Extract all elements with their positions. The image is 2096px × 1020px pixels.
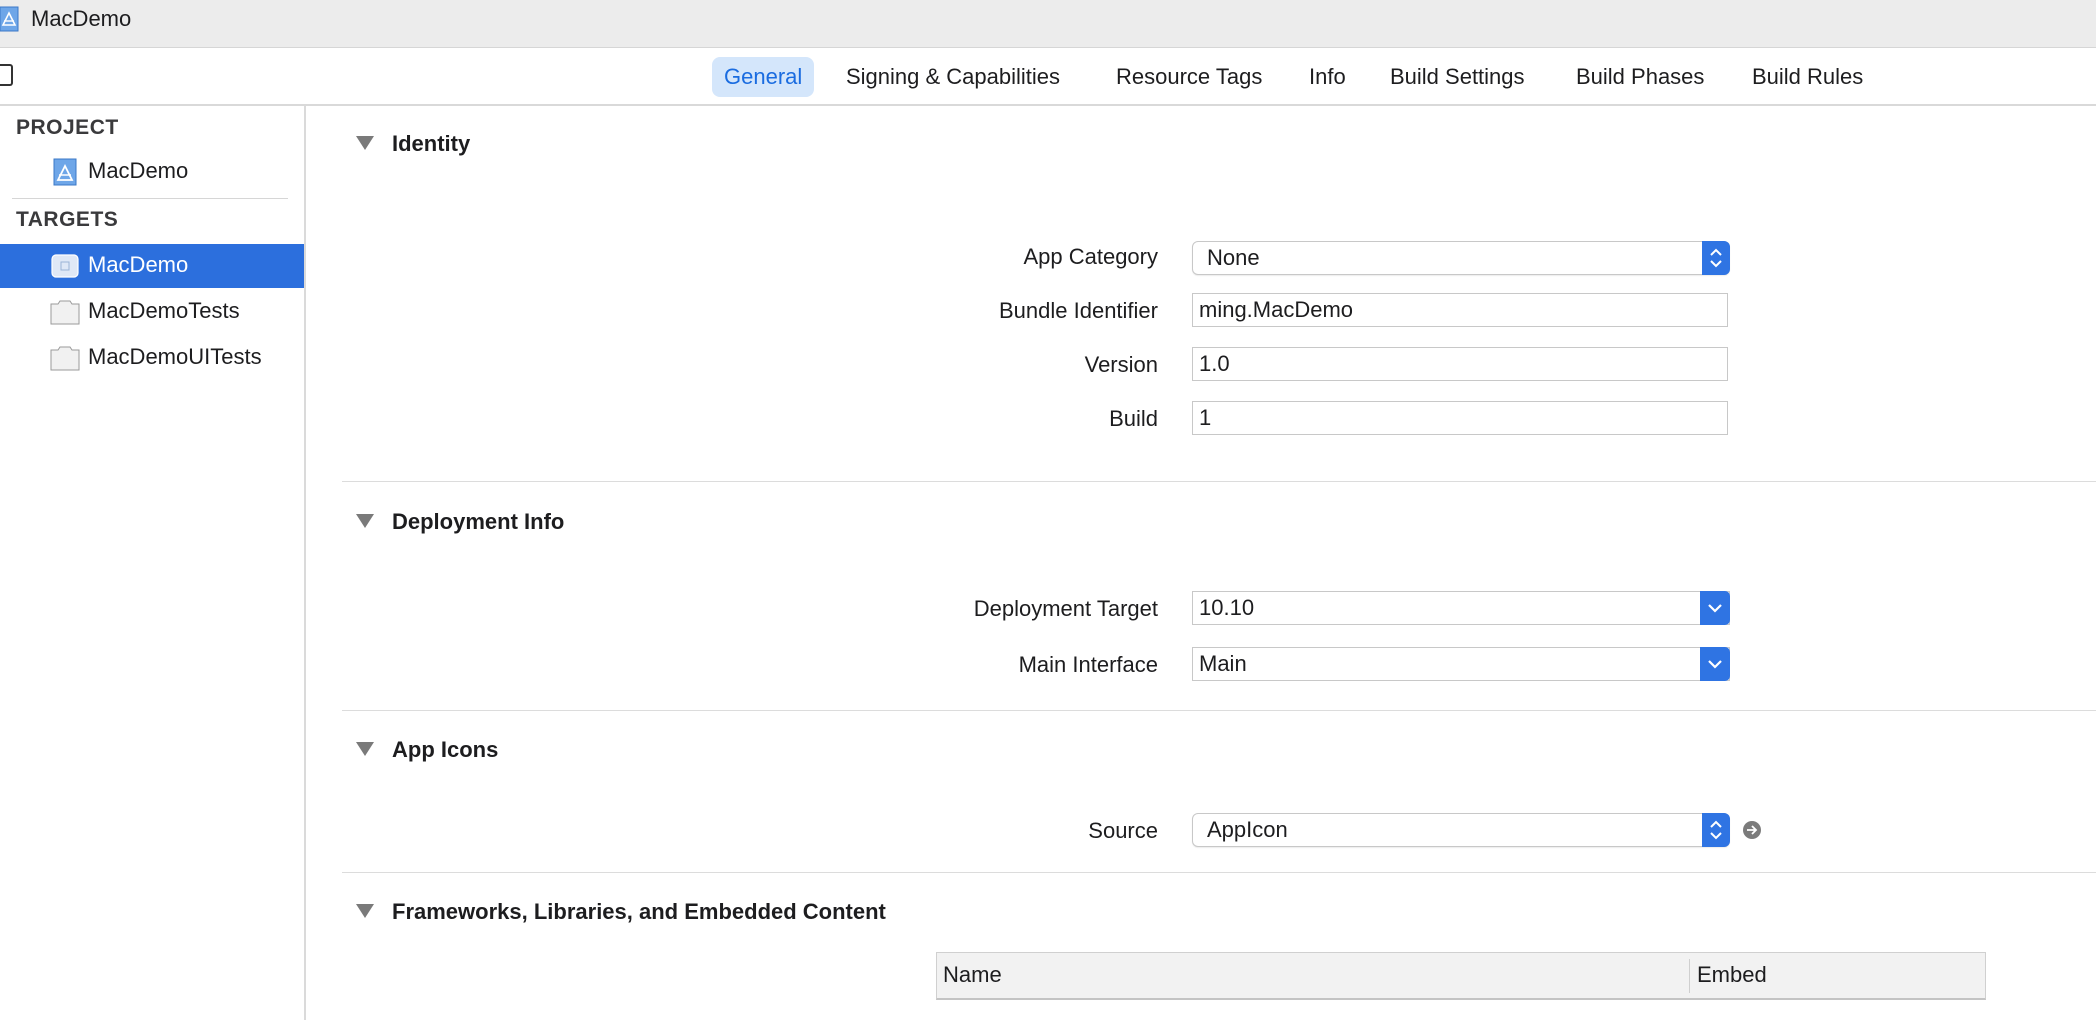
disclosure-triangle-icon[interactable] xyxy=(356,742,374,756)
editor-tab-bar: General Signing & Capabilities Resource … xyxy=(0,48,2096,106)
app-category-label: App Category xyxy=(1023,244,1158,269)
app-category-value: None xyxy=(1207,245,1260,270)
app-icon-source-value: AppIcon xyxy=(1207,817,1288,842)
disclosure-triangle-icon[interactable] xyxy=(356,136,374,150)
deployment-target-combo[interactable]: 10.10 xyxy=(1192,591,1730,625)
bundle-identifier-label: Bundle Identifier xyxy=(999,298,1158,323)
section-separator xyxy=(342,872,2096,873)
source-label: Source xyxy=(1088,818,1158,843)
bundle-identifier-field[interactable]: ming.MacDemo xyxy=(1192,293,1728,327)
go-to-arrow-icon[interactable] xyxy=(1742,820,1762,840)
disclosure-triangle-icon[interactable] xyxy=(356,904,374,918)
main-interface-value: Main xyxy=(1199,651,1247,676)
chevron-down-icon xyxy=(1700,647,1730,681)
sidebar-item-label: MacDemo xyxy=(88,158,189,183)
deployment-target-value: 10.10 xyxy=(1199,595,1255,620)
window-title: MacDemo xyxy=(31,6,132,31)
frameworks-section-title: Frameworks, Libraries, and Embedded Cont… xyxy=(392,899,886,924)
up-down-stepper-icon xyxy=(1702,813,1730,847)
identity-section-title: Identity xyxy=(392,131,471,156)
app-category-popup[interactable]: None xyxy=(1192,241,1730,275)
project-file-icon xyxy=(53,158,77,186)
tab-signing-capabilities[interactable]: Signing & Capabilities xyxy=(834,57,1072,97)
test-bundle-icon xyxy=(50,300,80,325)
app-icons-section-title: App Icons xyxy=(392,737,499,762)
version-label: Version xyxy=(1084,352,1158,377)
up-down-stepper-icon xyxy=(1702,241,1730,275)
sidebar-item-label: MacDemoTests xyxy=(88,298,240,323)
build-field[interactable]: 1 xyxy=(1192,401,1728,435)
test-bundle-icon xyxy=(50,346,80,371)
deployment-target-label: Deployment Target xyxy=(973,596,1158,621)
tab-build-rules[interactable]: Build Rules xyxy=(1740,57,1875,97)
section-separator xyxy=(342,481,2096,482)
tab-resource-tags[interactable]: Resource Tags xyxy=(1104,57,1274,97)
main-interface-combo[interactable]: Main xyxy=(1192,647,1730,681)
disclosure-triangle-icon[interactable] xyxy=(356,514,374,528)
tab-build-settings[interactable]: Build Settings xyxy=(1378,57,1537,97)
sidebar-toggle-icon[interactable] xyxy=(0,64,13,86)
sidebar-item-project[interactable]: MacDemo xyxy=(0,150,304,194)
sidebar-item-label: MacDemoUITests xyxy=(88,344,262,369)
title-bar: MacDemo xyxy=(0,0,2096,48)
column-divider xyxy=(1689,959,1690,993)
project-file-icon xyxy=(0,6,19,32)
tab-build-phases[interactable]: Build Phases xyxy=(1564,57,1716,97)
sidebar-item-target-macdemotests[interactable]: MacDemoTests xyxy=(0,290,304,334)
frameworks-table-header: Name Embed xyxy=(936,952,1986,1000)
sidebar-item-target-macdemouitests[interactable]: MacDemoUITests xyxy=(0,336,304,380)
version-field[interactable]: 1.0 xyxy=(1192,347,1728,381)
section-separator xyxy=(342,710,2096,711)
column-header-name[interactable]: Name xyxy=(943,962,1002,988)
sidebar-divider xyxy=(12,198,288,199)
targets-section-header: TARGETS xyxy=(16,208,119,231)
sidebar-item-label: MacDemo xyxy=(88,252,189,277)
app-icon-source-popup[interactable]: AppIcon xyxy=(1192,813,1730,847)
app-target-icon xyxy=(51,254,79,278)
column-header-embed[interactable]: Embed xyxy=(1697,962,1767,988)
build-label: Build xyxy=(1109,406,1158,431)
deployment-section-title: Deployment Info xyxy=(392,509,565,534)
tab-info[interactable]: Info xyxy=(1297,57,1358,97)
tab-general[interactable]: General xyxy=(712,57,815,97)
main-interface-label: Main Interface xyxy=(1018,652,1158,677)
sidebar-item-target-macdemo[interactable]: MacDemo xyxy=(0,244,304,288)
general-settings-pane: Identity App Category None Bundle Identi… xyxy=(306,106,2096,1020)
project-section-header: PROJECT xyxy=(16,116,119,139)
project-target-sidebar: PROJECT MacDemo TARGETS MacDemo MacDemoT… xyxy=(0,106,306,1020)
chevron-down-icon xyxy=(1700,591,1730,625)
